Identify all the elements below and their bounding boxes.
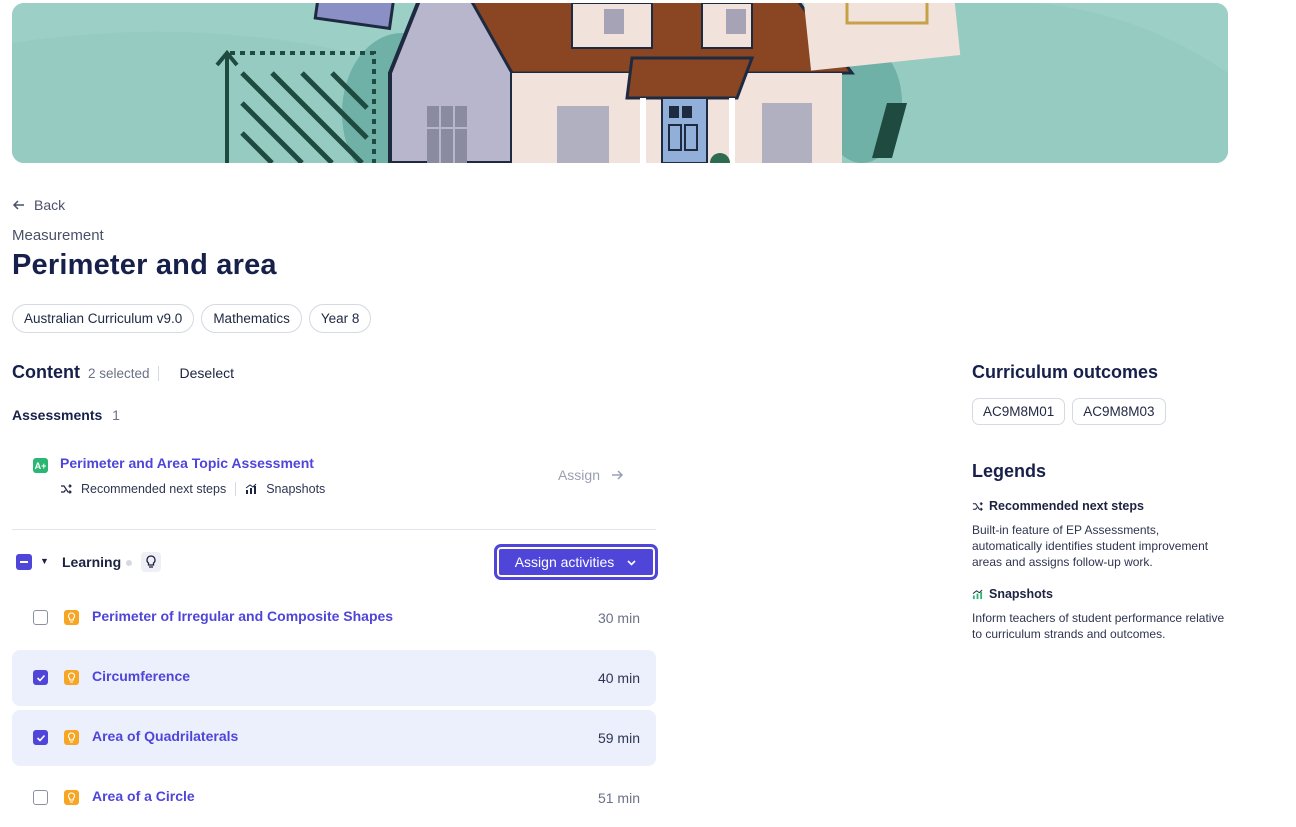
assign-activities-button[interactable]: Assign activities (494, 544, 658, 580)
activity-duration: 51 min (597, 790, 640, 806)
lightbulb-icon (64, 610, 79, 625)
feature-divider (235, 482, 237, 496)
shuffle-icon (972, 501, 983, 511)
feature-recommended: Recommended next steps (81, 482, 227, 496)
tag-curriculum: Australian Curriculum v9.0 (12, 304, 195, 333)
lightbulb-icon (64, 670, 79, 685)
strand-label: Measurement (12, 227, 104, 244)
page-title: Perimeter and area (12, 249, 277, 281)
chart-icon (972, 589, 983, 599)
activity-duration: 59 min (597, 730, 640, 746)
collapse-caret-icon[interactable]: ▼ (40, 556, 49, 566)
assign-activities-label: Assign activities (514, 554, 615, 570)
legend-recommended: Recommended next steps Built-in feature … (972, 499, 1232, 570)
assessments-count: 1 (112, 407, 120, 423)
assessments-label: Assessments (12, 407, 103, 423)
assign-label: Assign (557, 467, 600, 483)
assessments-heading: Assessments 1 (12, 407, 120, 423)
back-link[interactable]: Back (12, 197, 65, 213)
activity-row: Circumference 40 min (12, 650, 656, 706)
hero-banner (12, 3, 1228, 163)
check-icon (36, 734, 45, 742)
learning-label: Learning (62, 554, 122, 570)
legend-description: Inform teachers of student performance r… (972, 611, 1225, 641)
arrow-right-icon (612, 470, 624, 480)
shuffle-icon (61, 484, 72, 494)
lightbulb-icon (64, 790, 79, 805)
assessment-item: A+ Perimeter and Area Topic Assessment R… (12, 443, 656, 513)
legend-description: Built-in feature of EP Assessments, auto… (972, 523, 1209, 569)
tag-subject: Mathematics (201, 304, 302, 333)
house-illustration (12, 3, 1228, 163)
activity-title-link[interactable]: Circumference (92, 668, 190, 684)
activity-duration: 40 min (597, 670, 640, 686)
arrow-left-icon (12, 200, 24, 210)
separator-dot (126, 560, 132, 566)
legend-title: Recommended next steps (989, 499, 1144, 513)
lightbulb-icon (64, 730, 79, 745)
selected-count: 2 selected (88, 366, 159, 381)
feature-snapshots: Snapshots (266, 482, 326, 496)
tag-year: Year 8 (308, 304, 372, 333)
deselect-button[interactable]: Deselect (180, 365, 234, 381)
activity-row: Perimeter of Irregular and Composite Sha… (12, 590, 656, 646)
chevron-down-icon (627, 559, 636, 566)
section-divider (12, 529, 656, 530)
assign-assessment-button[interactable]: Assign (558, 467, 624, 483)
tag-list: Australian Curriculum v9.0 Mathematics Y… (12, 304, 372, 333)
content-header: Content 2 selected Deselect (12, 362, 234, 383)
activity-checkbox[interactable] (33, 730, 48, 745)
assessment-features: Recommended next steps Snapshots (60, 482, 325, 496)
activity-title-link[interactable]: Area of a Circle (92, 788, 195, 804)
outcome-list: AC9M8M01 AC9M8M03 (972, 398, 1232, 425)
select-all-checkbox[interactable] (16, 554, 32, 570)
outcome-chip[interactable]: AC9M8M01 (972, 398, 1066, 425)
activity-row: Area of Quadrilaterals 59 min (12, 710, 656, 766)
activity-title-link[interactable]: Area of Quadrilaterals (92, 728, 238, 744)
check-icon (36, 674, 45, 682)
back-label: Back (34, 197, 66, 213)
legends-title: Legends (972, 461, 1047, 481)
chart-icon (245, 483, 257, 494)
learning-header: ▼ Learning Assign activities (12, 544, 658, 580)
legend-title: Snapshots (989, 587, 1053, 601)
right-sidebar: Curriculum outcomes AC9M8M01 AC9M8M03 Le… (972, 362, 1232, 641)
lightbulb-icon (141, 552, 161, 572)
outcome-chip[interactable]: AC9M8M03 (1072, 398, 1166, 425)
activity-row: Area of a Circle 51 min (12, 770, 656, 826)
activity-duration: 30 min (597, 610, 640, 626)
assessment-icon: A+ (33, 458, 48, 473)
assessment-title-link[interactable]: Perimeter and Area Topic Assessment (60, 455, 314, 471)
activity-checkbox[interactable] (33, 610, 48, 625)
activity-checkbox[interactable] (33, 670, 48, 685)
legend-snapshots: Snapshots Inform teachers of student per… (972, 587, 1232, 642)
outcomes-title: Curriculum outcomes (972, 362, 1159, 382)
activity-checkbox[interactable] (33, 790, 48, 805)
activity-title-link[interactable]: Perimeter of Irregular and Composite Sha… (92, 608, 393, 624)
content-title: Content (12, 362, 80, 382)
